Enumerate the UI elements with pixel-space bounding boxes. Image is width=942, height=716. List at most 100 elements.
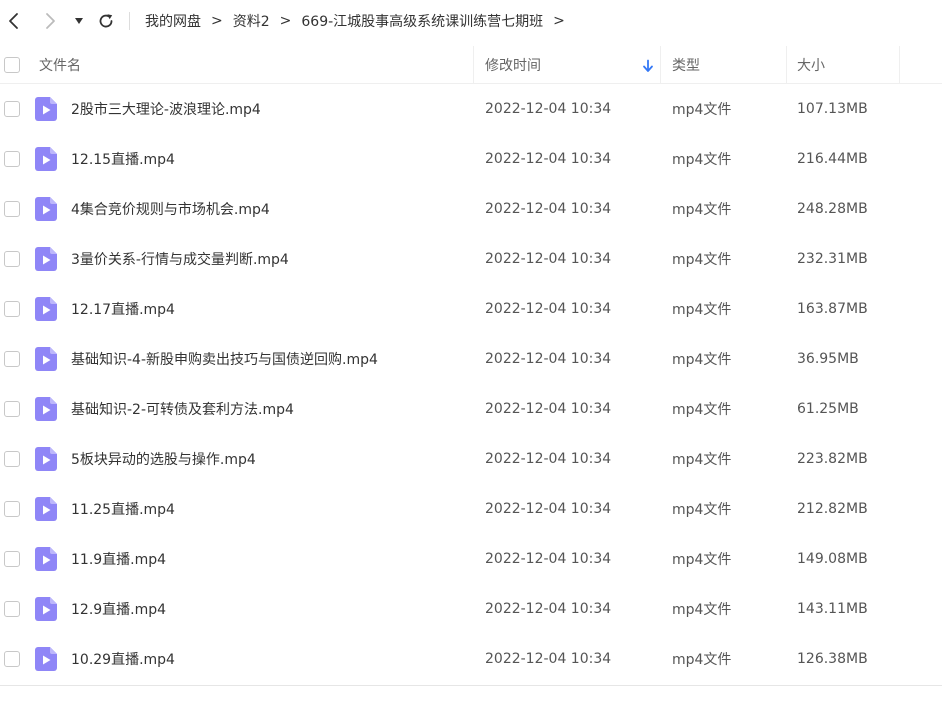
file-size: 212.82MB xyxy=(797,501,868,517)
breadcrumb-separator: > xyxy=(279,13,292,29)
row-checkbox[interactable] xyxy=(4,201,20,217)
file-name: 11.25直播.mp4 xyxy=(71,502,175,518)
file-list-header: 文件名 修改时间 类型 大小 xyxy=(0,46,942,84)
file-modified-time: 2022-12-04 10:34 xyxy=(485,101,612,117)
column-header-time[interactable]: 修改时间 xyxy=(485,46,660,84)
row-checkbox[interactable] xyxy=(4,451,20,467)
row-checkbox[interactable] xyxy=(4,301,20,317)
file-name: 11.9直播.mp4 xyxy=(71,552,167,568)
column-header-time-label: 修改时间 xyxy=(485,58,541,74)
file-name: 3量价关系-行情与成交量判断.mp4 xyxy=(71,252,289,268)
file-type: mp4文件 xyxy=(672,652,732,668)
column-divider[interactable] xyxy=(473,46,474,84)
video-file-icon xyxy=(35,497,57,521)
video-file-icon xyxy=(35,597,57,621)
arrow-down-icon[interactable] xyxy=(642,59,654,73)
list-bottom-divider xyxy=(0,685,942,686)
row-checkbox[interactable] xyxy=(4,151,20,167)
breadcrumb-item-current-folder[interactable]: 669-江城股事高级系统课训练营七期班 xyxy=(301,11,543,31)
file-modified-time: 2022-12-04 10:34 xyxy=(485,201,612,217)
file-size: 126.38MB xyxy=(797,651,868,667)
file-type: mp4文件 xyxy=(672,502,732,518)
row-checkbox[interactable] xyxy=(4,601,20,617)
video-file-icon xyxy=(35,397,57,421)
file-size: 163.87MB xyxy=(797,301,868,317)
video-file-icon xyxy=(35,147,57,171)
file-type: mp4文件 xyxy=(672,202,732,218)
file-modified-time: 2022-12-04 10:34 xyxy=(485,151,612,167)
file-size: 107.13MB xyxy=(797,101,868,117)
row-checkbox[interactable] xyxy=(4,651,20,667)
column-divider[interactable] xyxy=(899,46,900,84)
file-size: 216.44MB xyxy=(797,151,868,167)
column-header-type-label: 类型 xyxy=(672,58,700,74)
breadcrumb: 我的网盘 > 资料2 > 669-江城股事高级系统课训练营七期班 > xyxy=(145,0,575,42)
file-type: mp4文件 xyxy=(672,602,732,618)
file-name: 4集合竞价规则与市场机会.mp4 xyxy=(71,202,270,218)
file-name: 12.17直播.mp4 xyxy=(71,302,175,318)
breadcrumb-separator: > xyxy=(211,13,223,29)
chevron-left-icon xyxy=(9,13,18,29)
file-size: 248.28MB xyxy=(797,201,868,217)
row-checkbox[interactable] xyxy=(4,401,20,417)
table-row[interactable]: 10.29直播.mp4 2022-12-04 10:34 mp4文件 126.3… xyxy=(0,634,942,684)
file-type: mp4文件 xyxy=(672,452,732,468)
row-checkbox[interactable] xyxy=(4,101,20,117)
table-row[interactable]: 基础知识-4-新股申购卖出技巧与国债逆回购.mp4 2022-12-04 10:… xyxy=(0,334,942,384)
column-header-size-label: 大小 xyxy=(797,58,825,74)
row-checkbox[interactable] xyxy=(4,501,20,517)
column-header-name-label: 文件名 xyxy=(39,58,81,74)
file-modified-time: 2022-12-04 10:34 xyxy=(485,601,612,617)
row-checkbox[interactable] xyxy=(4,251,20,267)
row-checkbox[interactable] xyxy=(4,351,20,367)
file-modified-time: 2022-12-04 10:34 xyxy=(485,651,612,667)
file-name: 基础知识-2-可转债及套利方法.mp4 xyxy=(71,402,294,418)
column-divider[interactable] xyxy=(660,46,661,84)
back-button[interactable] xyxy=(2,9,26,33)
file-modified-time: 2022-12-04 10:34 xyxy=(485,351,612,367)
video-file-icon xyxy=(35,647,57,671)
video-file-icon xyxy=(35,197,57,221)
file-size: 223.82MB xyxy=(797,451,868,467)
breadcrumb-separator: > xyxy=(553,13,565,29)
column-header-name[interactable]: 文件名 xyxy=(39,46,471,84)
table-row[interactable]: 基础知识-2-可转债及套利方法.mp4 2022-12-04 10:34 mp4… xyxy=(0,384,942,434)
select-all-checkbox[interactable] xyxy=(4,57,20,73)
history-dropdown-button[interactable] xyxy=(68,9,90,33)
table-row[interactable]: 3量价关系-行情与成交量判断.mp4 2022-12-04 10:34 mp4文… xyxy=(0,234,942,284)
file-name: 10.29直播.mp4 xyxy=(71,652,175,668)
table-row[interactable]: 12.15直播.mp4 2022-12-04 10:34 mp4文件 216.4… xyxy=(0,134,942,184)
forward-button[interactable] xyxy=(38,9,62,33)
table-row[interactable]: 2股市三大理论-波浪理论.mp4 2022-12-04 10:34 mp4文件 … xyxy=(0,84,942,134)
breadcrumb-item-my-drive[interactable]: 我的网盘 xyxy=(145,11,201,31)
file-name: 5板块异动的选股与操作.mp4 xyxy=(71,452,256,468)
column-header-type[interactable]: 类型 xyxy=(672,46,782,84)
file-type: mp4文件 xyxy=(672,252,732,268)
video-file-icon xyxy=(35,247,57,271)
toolbar-divider xyxy=(129,12,130,30)
file-size: 61.25MB xyxy=(797,401,859,417)
refresh-icon xyxy=(99,14,113,28)
breadcrumb-item-materials[interactable]: 资料2 xyxy=(233,11,270,31)
file-type: mp4文件 xyxy=(672,152,732,168)
table-row[interactable]: 12.9直播.mp4 2022-12-04 10:34 mp4文件 143.11… xyxy=(0,584,942,634)
table-row[interactable]: 4集合竞价规则与市场机会.mp4 2022-12-04 10:34 mp4文件 … xyxy=(0,184,942,234)
column-header-size[interactable]: 大小 xyxy=(797,46,897,84)
table-row[interactable]: 11.9直播.mp4 2022-12-04 10:34 mp4文件 149.08… xyxy=(0,534,942,584)
video-file-icon xyxy=(35,547,57,571)
file-type: mp4文件 xyxy=(672,402,732,418)
chevron-right-icon xyxy=(46,13,55,29)
caret-down-icon xyxy=(75,18,83,24)
file-size: 149.08MB xyxy=(797,551,868,567)
file-name: 12.9直播.mp4 xyxy=(71,602,167,618)
refresh-button[interactable] xyxy=(94,9,118,33)
table-row[interactable]: 12.17直播.mp4 2022-12-04 10:34 mp4文件 163.8… xyxy=(0,284,942,334)
table-row[interactable]: 5板块异动的选股与操作.mp4 2022-12-04 10:34 mp4文件 2… xyxy=(0,434,942,484)
row-checkbox[interactable] xyxy=(4,551,20,567)
file-size: 232.31MB xyxy=(797,251,868,267)
table-row[interactable]: 11.25直播.mp4 2022-12-04 10:34 mp4文件 212.8… xyxy=(0,484,942,534)
file-modified-time: 2022-12-04 10:34 xyxy=(485,551,612,567)
video-file-icon xyxy=(35,297,57,321)
video-file-icon xyxy=(35,97,57,121)
column-divider[interactable] xyxy=(786,46,787,84)
